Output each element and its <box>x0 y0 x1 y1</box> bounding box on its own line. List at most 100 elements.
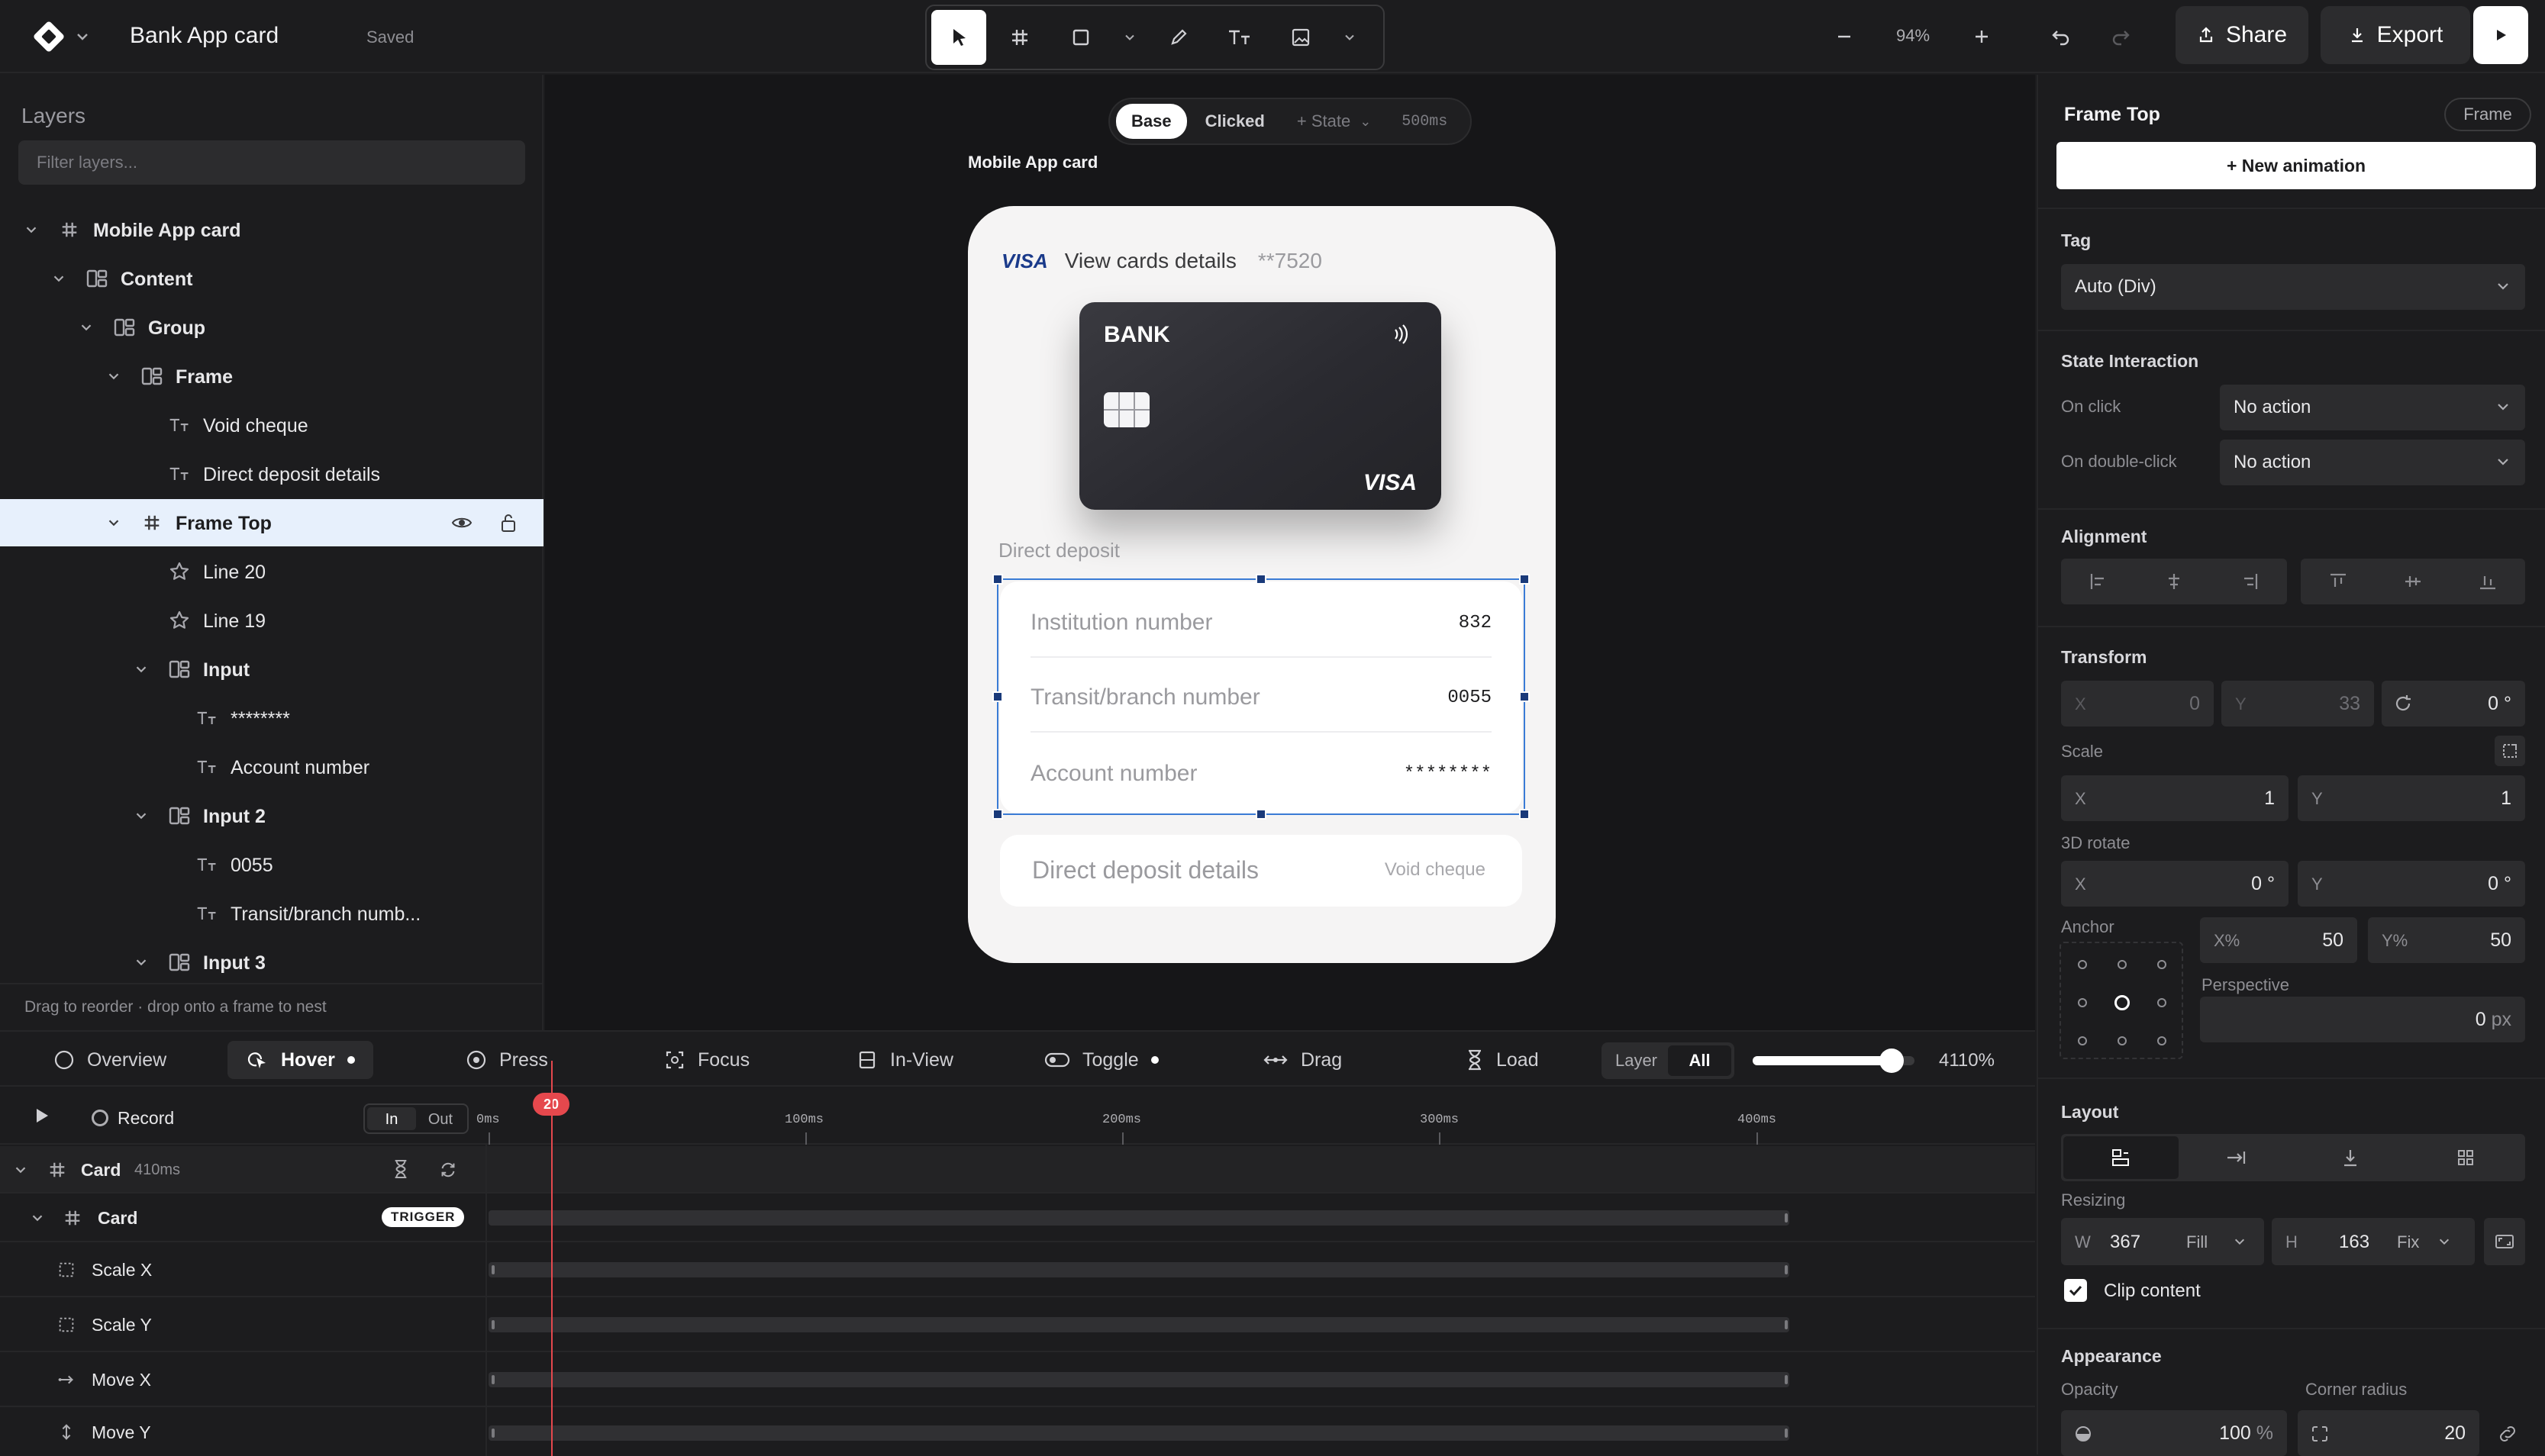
layout-grid-button[interactable] <box>2408 1136 2524 1179</box>
keyframe-bar[interactable] <box>489 1210 1789 1226</box>
track-scale-y[interactable]: Scale Y <box>0 1297 2035 1352</box>
timeline-zoom-slider[interactable] <box>1753 1049 1914 1073</box>
direct-deposit-details-row[interactable]: Direct deposit details Void cheque <box>1000 835 1522 907</box>
corner-link-icon[interactable] <box>2496 1422 2519 1445</box>
tab-load[interactable]: Load <box>1466 1041 1539 1079</box>
chevron-down-icon[interactable] <box>23 221 40 238</box>
export-button[interactable]: Export <box>2321 6 2470 64</box>
unlock-icon[interactable] <box>498 511 519 534</box>
rotation-field[interactable]: 0 ° <box>2382 681 2525 726</box>
chevron-down-icon[interactable] <box>105 514 122 531</box>
frame-tool-button[interactable] <box>992 10 1047 65</box>
selection-outline[interactable] <box>992 574 1530 820</box>
chevron-down-icon[interactable] <box>78 319 95 336</box>
redo-button[interactable] <box>2105 21 2136 52</box>
layer-row[interactable]: Mobile App card <box>0 206 544 253</box>
anchor-x-field[interactable]: X% 50 <box>2200 917 2357 963</box>
in-button[interactable]: In <box>367 1107 416 1130</box>
track-group-card[interactable]: Card 410ms <box>0 1146 2035 1193</box>
project-title[interactable]: Bank App card <box>130 23 279 49</box>
align-right-button[interactable] <box>2211 559 2287 604</box>
tab-overview[interactable]: Overview <box>53 1041 166 1079</box>
layout-absolute-button[interactable] <box>2293 1136 2408 1179</box>
tab-in-view[interactable]: In-View <box>856 1041 953 1079</box>
clip-content-checkbox[interactable] <box>2064 1279 2087 1302</box>
share-button[interactable]: Share <box>2176 6 2308 64</box>
layer-row[interactable]: Input <box>0 646 544 693</box>
chevron-down-icon[interactable] <box>73 27 92 46</box>
tag-select[interactable]: Auto (Div) <box>2061 264 2525 310</box>
keyframe-bar[interactable] <box>489 1317 1789 1332</box>
keyframe-bar[interactable] <box>489 1372 1789 1387</box>
layer-row[interactable]: Input 2 <box>0 792 544 839</box>
position-y-field[interactable]: Y 33 <box>2221 681 2374 726</box>
anchor-picker[interactable] <box>2060 942 2183 1059</box>
corner-radius-field[interactable]: 20 <box>2298 1410 2479 1456</box>
layout-relative-button[interactable] <box>2179 1136 2294 1179</box>
layer-row[interactable]: Line 19 <box>0 597 544 644</box>
pen-tool-button[interactable] <box>1151 10 1206 65</box>
resize-handle[interactable] <box>1519 574 1530 585</box>
void-cheque-link[interactable]: Void cheque <box>1385 859 1485 881</box>
resize-handle[interactable] <box>1519 691 1530 702</box>
element-type-badge[interactable]: Frame <box>2444 98 2531 131</box>
zoom-in-button[interactable] <box>1966 21 1997 52</box>
zoom-out-button[interactable] <box>1829 21 1860 52</box>
scope-layer-button[interactable]: Layer <box>1605 1045 1668 1076</box>
width-mode[interactable]: Fill <box>2186 1232 2208 1252</box>
perspective-field[interactable]: 0 px <box>2200 997 2525 1042</box>
app-logo-icon[interactable] <box>31 18 67 55</box>
layer-row[interactable]: Group <box>0 304 544 351</box>
track-move-y[interactable]: Move Y <box>0 1407 2035 1456</box>
pointer-tool-button[interactable] <box>931 10 986 65</box>
scale-x-field[interactable]: X 1 <box>2061 775 2289 821</box>
state-duration[interactable]: 500ms <box>1402 113 1447 130</box>
track-move-x[interactable]: Move X <box>0 1352 2035 1407</box>
clip-content-label[interactable]: Clip content <box>2104 1280 2201 1302</box>
view-cards-details[interactable]: View cards details <box>1065 249 1237 273</box>
layer-row[interactable]: Frame Top <box>0 499 544 546</box>
position-x-field[interactable]: X 0 <box>2061 681 2214 726</box>
resize-handle[interactable] <box>992 809 1003 820</box>
keyframe-bar[interactable] <box>489 1262 1789 1277</box>
new-animation-button[interactable]: + New animation <box>2056 142 2536 189</box>
state-clicked-button[interactable]: Clicked <box>1205 111 1265 131</box>
rectangle-tool-button[interactable] <box>1053 10 1108 65</box>
chevron-down-icon[interactable] <box>133 807 150 824</box>
track-layer-card[interactable]: Card TRIGGER <box>0 1193 2035 1242</box>
layer-row[interactable]: Content <box>0 255 544 302</box>
resize-handle[interactable] <box>992 691 1003 702</box>
play-icon[interactable] <box>34 1106 50 1125</box>
out-button[interactable]: Out <box>416 1107 465 1130</box>
resize-handle[interactable] <box>992 574 1003 585</box>
chevron-down-icon[interactable] <box>133 954 150 971</box>
on-click-select[interactable]: No action <box>2220 385 2525 430</box>
layer-row[interactable]: ******** <box>0 694 544 742</box>
width-field[interactable]: W 367 Fill <box>2061 1218 2264 1265</box>
layer-row[interactable]: Transit/branch numb... <box>0 890 544 937</box>
aspect-ratio-button[interactable] <box>2484 1218 2525 1265</box>
chevron-down-icon[interactable]: ⌄ <box>1360 114 1371 130</box>
scale-y-field[interactable]: Y 1 <box>2298 775 2525 821</box>
layer-row[interactable]: Account number <box>0 743 544 791</box>
preview-play-button[interactable] <box>2473 6 2528 64</box>
slider-knob[interactable] <box>1879 1049 1905 1073</box>
layer-row[interactable]: Line 20 <box>0 548 544 595</box>
height-mode[interactable]: Fix <box>2397 1232 2419 1252</box>
on-double-click-select[interactable]: No action <box>2220 440 2525 485</box>
more-tools-chevron[interactable] <box>1334 10 1365 65</box>
chevron-down-icon[interactable] <box>133 661 150 678</box>
scope-all-button[interactable]: All <box>1668 1045 1731 1076</box>
keyframe-bar[interactable] <box>489 1425 1789 1441</box>
add-state-button[interactable]: + State <box>1297 111 1350 131</box>
zoom-level[interactable]: 94% <box>1892 26 1934 46</box>
card-header-row[interactable]: VISA View cards details **7520 <box>1002 249 1322 273</box>
playhead-line[interactable] <box>551 1061 553 1456</box>
tab-focus[interactable]: Focus <box>664 1041 750 1079</box>
rotate-y-field[interactable]: Y 0 ° <box>2298 861 2525 907</box>
chevron-down-icon[interactable] <box>50 270 67 287</box>
align-top-button[interactable] <box>2301 559 2376 604</box>
state-base-button[interactable]: Base <box>1116 104 1187 139</box>
frame-label[interactable]: Mobile App card <box>968 153 1098 172</box>
eye-icon[interactable] <box>450 512 473 533</box>
